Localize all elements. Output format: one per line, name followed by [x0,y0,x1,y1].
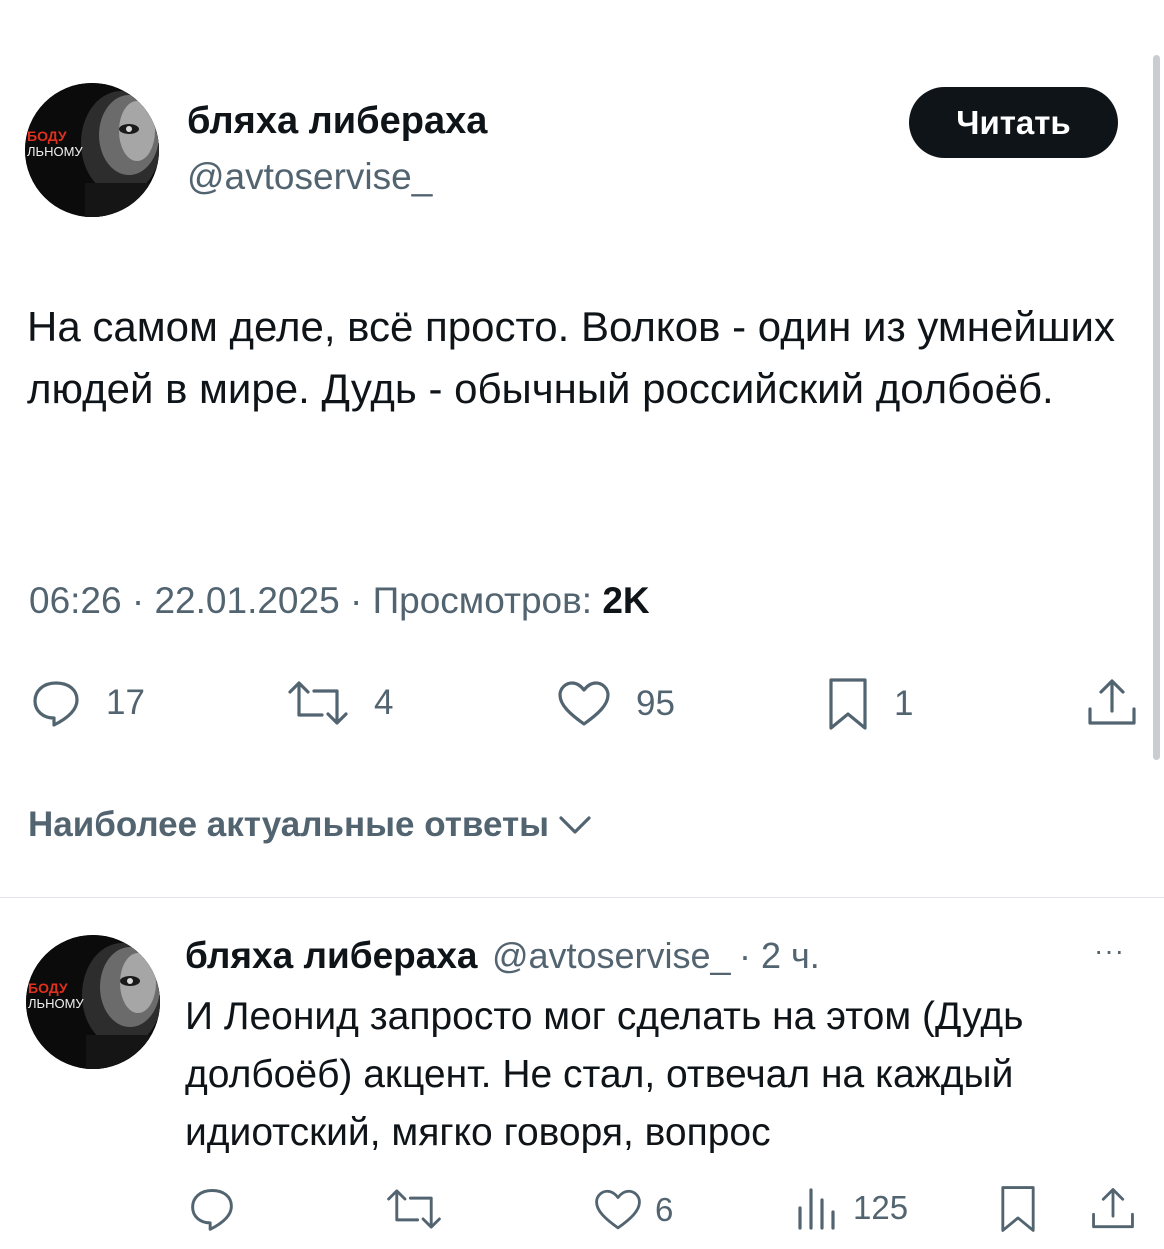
repost-icon [288,681,348,725]
post-text: На самом деле, всё просто. Волков - один… [27,303,1115,412]
share-button[interactable] [1086,677,1138,729]
more-options-icon[interactable]: ··· [1094,935,1125,967]
share-icon [1088,679,1136,725]
avatar-text-1: БОДУ [27,128,67,144]
reply-bookmark-button[interactable] [998,1184,1038,1234]
reply-icon [191,1189,233,1231]
share-icon [1092,1188,1134,1229]
reply-header: бляха либераха @avtoservise_ · 2 ч. [185,935,820,977]
reply-time[interactable]: · 2 ч. [739,935,820,976]
replies-sort-label: Наиболее актуальные ответы [28,805,549,844]
bookmark-icon [1001,1186,1035,1232]
reply-count: 17 [106,683,145,722]
analytics-icon [798,1188,835,1230]
author-name[interactable]: бляха либераха [187,100,487,143]
views-label: Просмотров: [372,580,593,621]
avatar-image: БОДУ ЛЬНОМУ [26,935,160,1069]
divider [0,897,1164,898]
post-date: 22.01.2025 [154,580,340,621]
views-count[interactable]: 2K [602,580,649,621]
reply-author-avatar[interactable]: БОДУ ЛЬНОМУ [26,935,160,1069]
author-handle[interactable]: @avtoservise_ [187,156,432,198]
avatar-image: БОДУ ЛЬНОМУ [25,83,159,217]
reply-text: И Леонид запросто мог сделать на этом (Д… [185,995,1024,1154]
post-meta: 06:26 · 22.01.2025 · Просмотров: 2K [29,580,650,622]
post-time: 06:26 [29,580,122,621]
like-count: 95 [636,684,675,723]
like-button[interactable]: 95 [556,680,675,728]
repost-count: 4 [374,683,394,722]
avatar-text-1: БОДУ [28,980,68,996]
avatar-text-2: ЛЬНОМУ [28,996,84,1011]
reply-like-button[interactable]: 6 [593,1188,673,1232]
author-avatar[interactable]: БОДУ ЛЬНОМУ [25,83,159,217]
reply-repost-button[interactable] [385,1187,443,1231]
bookmark-button[interactable]: 1 [826,676,913,732]
repost-button[interactable]: 4 [286,679,393,727]
reply-share-button[interactable] [1090,1186,1136,1232]
reply-like-count: 6 [655,1191,674,1228]
reply-views-count: 125 [853,1189,909,1226]
scrollbar[interactable] [1153,55,1160,760]
bookmark-count: 1 [894,684,914,723]
reply-author-name[interactable]: бляха либераха [185,935,477,976]
replies-sort-dropdown[interactable]: Наиболее актуальные ответы [28,805,595,845]
meta-separator: · [131,580,145,621]
repost-icon [387,1189,441,1229]
heart-icon [595,1189,641,1230]
bookmark-icon [829,678,867,730]
avatar-text-2: ЛЬНОМУ [27,144,83,159]
follow-button[interactable]: Читать [909,87,1118,158]
reply-icon [33,681,79,727]
reply-reply-button[interactable] [188,1185,236,1233]
meta-separator: · [349,580,363,621]
reply-views-button[interactable]: 125 [795,1186,908,1230]
reply-author-handle[interactable]: @avtoservise_ [492,935,731,976]
heart-icon [558,681,610,726]
reply-button[interactable]: 17 [30,677,145,729]
chevron-down-icon [559,816,591,834]
